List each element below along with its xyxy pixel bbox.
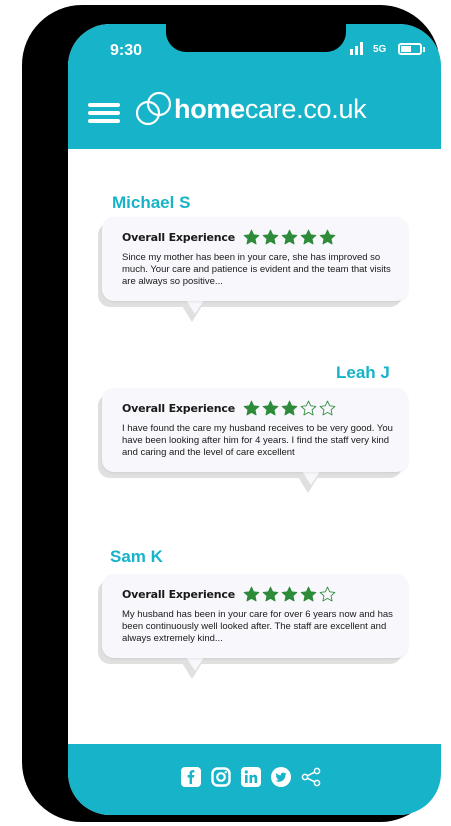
signal-icon <box>350 42 363 55</box>
star-filled-icon <box>243 586 260 602</box>
star-rating <box>243 586 336 603</box>
reviewer-name: Michael S <box>112 193 191 212</box>
star-filled-icon <box>243 400 260 416</box>
brand-logo[interactable]: homecare.co.uk <box>134 90 367 128</box>
star-filled-icon <box>281 586 298 602</box>
facebook-icon[interactable] <box>181 767 201 787</box>
social-links <box>181 767 321 787</box>
overall-experience-label: Overall Experience <box>122 588 236 601</box>
reviewer-name: Leah J <box>336 363 390 382</box>
review-text: My husband has been in your care for ove… <box>122 609 393 644</box>
notch <box>166 24 346 52</box>
review-card: Overall Experience Since my mother has b… <box>98 217 408 322</box>
review-card: Overall Experience I have found the care… <box>98 388 408 493</box>
battery-icon <box>398 43 425 55</box>
star-filled-icon <box>243 229 260 245</box>
reviewer-name: Sam K <box>110 547 163 566</box>
star-empty-icon <box>319 586 336 602</box>
star-filled-icon <box>262 400 279 416</box>
menu-icon[interactable] <box>88 103 120 123</box>
star-filled-icon <box>281 400 298 416</box>
star-filled-icon <box>262 586 279 602</box>
overall-experience-label: Overall Experience <box>122 231 236 244</box>
star-filled-icon <box>300 229 317 245</box>
star-rating <box>243 400 336 417</box>
app-footer <box>68 744 441 815</box>
star-rating <box>243 229 336 246</box>
network-label: 5G <box>373 44 387 55</box>
star-empty-icon <box>319 400 336 416</box>
brand-name-rest: care.co.uk <box>244 93 367 124</box>
star-filled-icon <box>319 229 336 245</box>
brand-name: homecare.co.uk <box>174 93 367 125</box>
review-text: I have found the care my husband receive… <box>122 423 393 458</box>
phone-frame: 9:30 5G homecare.co.uk Michael S Overall… <box>22 5 441 822</box>
star-filled-icon <box>281 229 298 245</box>
status-bar: 9:30 5G <box>68 24 441 72</box>
phone-screen: 9:30 5G homecare.co.uk Michael S Overall… <box>68 24 441 815</box>
share-icon[interactable] <box>301 767 321 787</box>
status-time: 9:30 <box>110 42 143 59</box>
review-text: Since my mother has been in your care, s… <box>122 252 391 287</box>
app-header: homecare.co.uk <box>68 72 441 149</box>
instagram-icon[interactable] <box>211 767 231 787</box>
linkedin-icon[interactable] <box>241 767 261 787</box>
brand-name-bold: home <box>174 93 245 124</box>
twitter-icon[interactable] <box>271 767 291 787</box>
logo-mark-icon <box>135 91 172 126</box>
review-card: Overall Experience My husband has been i… <box>98 574 408 679</box>
star-empty-icon <box>300 400 317 416</box>
star-filled-icon <box>262 229 279 245</box>
overall-experience-label: Overall Experience <box>122 402 236 415</box>
star-filled-icon <box>300 586 317 602</box>
